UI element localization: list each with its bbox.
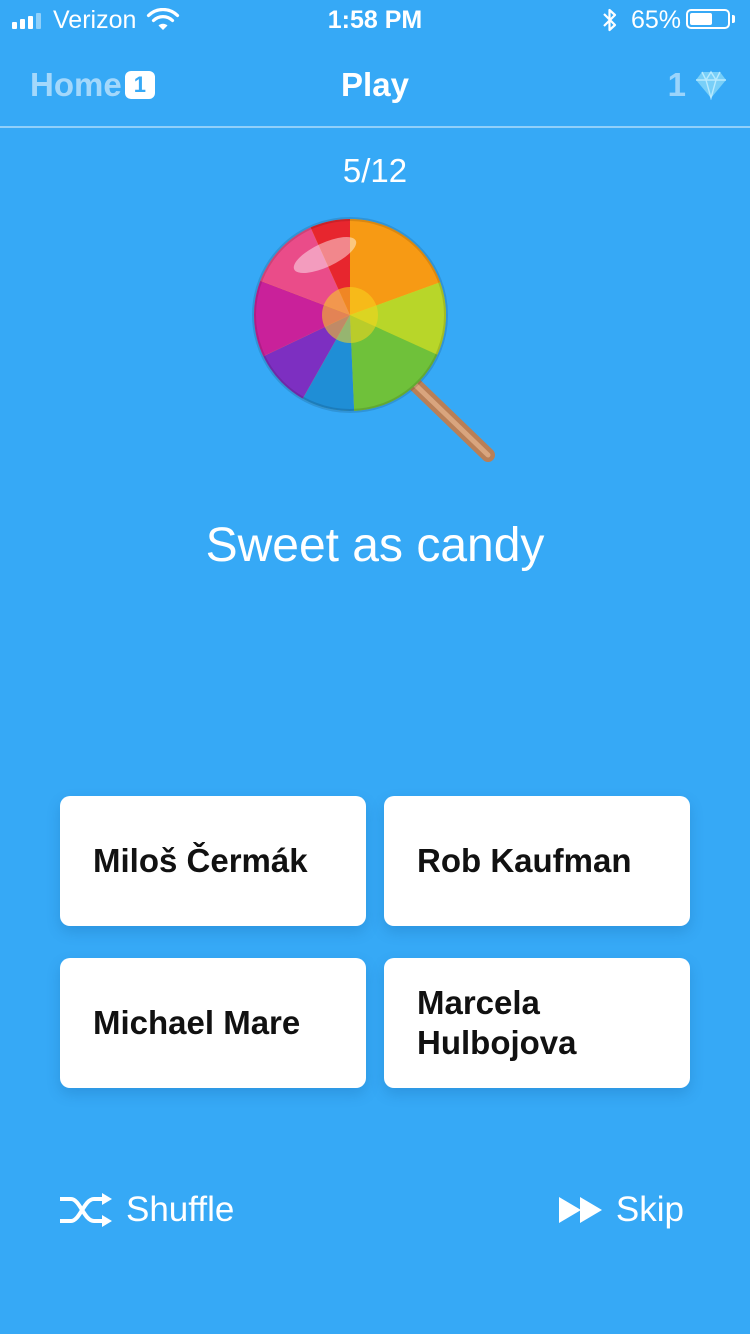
answer-option-1[interactable]: Miloš Čermák (60, 796, 366, 926)
shuffle-button[interactable]: Shuffle (58, 1190, 234, 1230)
lollipop-icon (252, 217, 495, 462)
battery-tip (732, 15, 735, 23)
skip-label: Skip (615, 1190, 684, 1229)
answer-option-3[interactable]: Michael Mare (60, 958, 366, 1088)
status-bar: Verizon 1:58 PM 65% (0, 0, 750, 40)
shuffle-label: Shuffle (126, 1190, 235, 1229)
bluetooth-icon (603, 8, 617, 32)
battery-icon (686, 9, 730, 29)
clue-text: Sweet as candy (205, 519, 545, 572)
answer-option-2[interactable]: Rob Kaufman (384, 796, 690, 926)
nav-bar: Home 1 Play 1 (0, 40, 750, 128)
skip-button[interactable]: Skip (558, 1190, 684, 1230)
shuffle-icon (60, 1193, 112, 1227)
gems-counter[interactable]: 1 (668, 66, 728, 104)
battery-percent: 65% (631, 6, 682, 34)
gems-count: 1 (667, 66, 686, 103)
answer-option-4[interactable]: Marcela Hulbojova (384, 958, 690, 1088)
fast-forward-icon (558, 1197, 602, 1223)
page-title: Play (341, 66, 409, 103)
question-progress: 5/12 (342, 152, 408, 189)
diamond-icon (696, 70, 726, 100)
